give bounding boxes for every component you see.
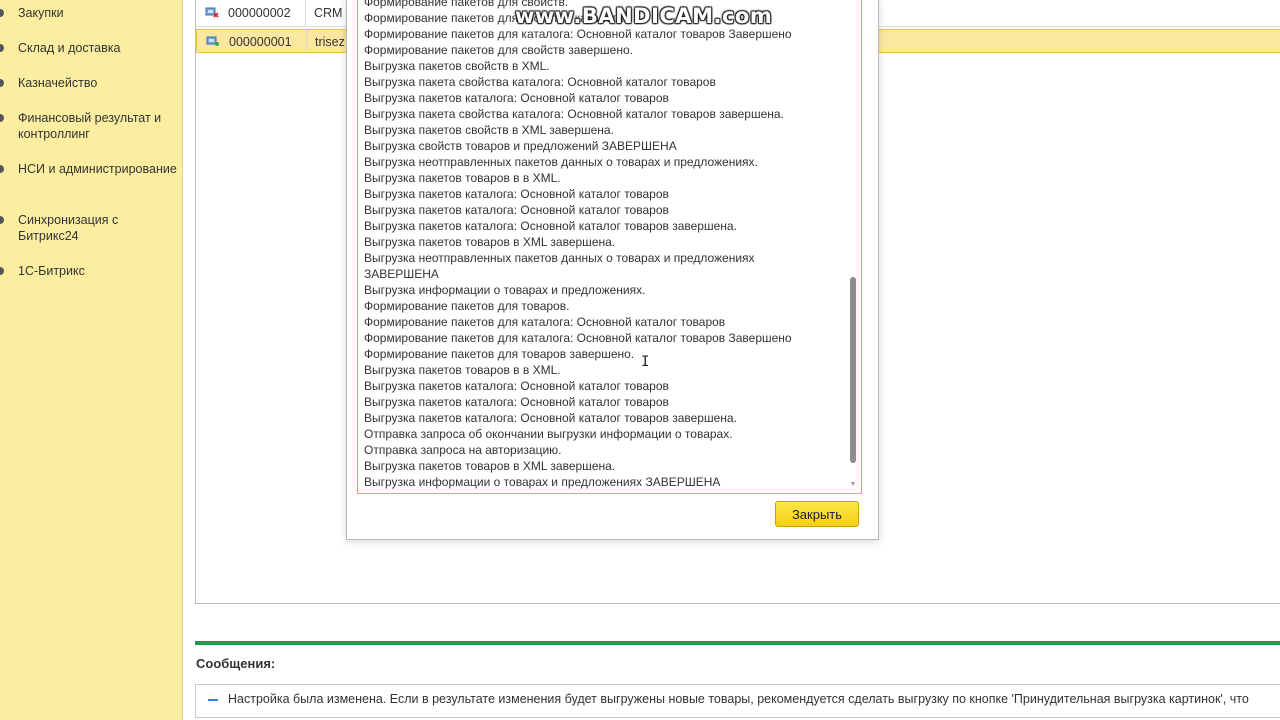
sidebar-item-label: НСИ и администрирование bbox=[18, 162, 177, 176]
bullet-icon bbox=[0, 216, 4, 224]
log-line: Выгрузка пакетов товаров в XML завершена… bbox=[364, 459, 616, 473]
log-line: Формирование пакетов для свойств заверше… bbox=[364, 43, 633, 57]
log-line: Выгрузка свойств товаров и предложений З… bbox=[364, 139, 677, 153]
log-line: Выгрузка пакетов каталога: Основной ката… bbox=[364, 187, 669, 201]
log-line: Выгрузка пакетов свойств в XML. bbox=[364, 59, 550, 73]
export-log-dialog: Формирование пакетов для свойств. Формиро… bbox=[346, 0, 879, 540]
log-line: Формирование пакетов для товаров. bbox=[364, 299, 570, 313]
bullet-icon bbox=[0, 267, 4, 275]
log-line: Выгрузка пакетов каталога: Основной ката… bbox=[364, 203, 669, 217]
column-divider bbox=[305, 0, 306, 26]
log-line: Формирование пакетов для каталога: Основ… bbox=[364, 315, 726, 329]
log-line: Выгрузка пакетов каталога: Основной ката… bbox=[364, 91, 669, 105]
log-line: Выгрузка пакетов свойств в XML завершена… bbox=[364, 123, 614, 137]
log-line: Выгрузка неотправленных пакетов данных о… bbox=[364, 251, 755, 265]
log-line: Выгрузка неотправленных пакетов данных о… bbox=[364, 155, 758, 169]
scroll-down-arrow-icon[interactable]: ▼ bbox=[849, 481, 857, 489]
row-number: 000000001 bbox=[229, 35, 292, 49]
sidebar-item-label: 1С-Битрикс bbox=[18, 264, 85, 278]
log-line: Выгрузка информации о товарах и предложе… bbox=[364, 283, 646, 297]
bullet-icon bbox=[0, 9, 4, 17]
log-lines: Формирование пакетов для свойств. Формиро… bbox=[364, 0, 844, 490]
log-line: Выгрузка пакетов товаров в в XML. bbox=[364, 171, 561, 185]
log-line: Формирование пакетов для товаров заверше… bbox=[364, 347, 635, 361]
bandicam-watermark: www.BANDICAM.com bbox=[515, 4, 773, 28]
log-line: Выгрузка пакетов каталога: Основной ката… bbox=[364, 219, 737, 233]
sidebar-item-label: Склад и доставка bbox=[18, 41, 121, 55]
log-line: Отправка запроса об окончании выгрузки и… bbox=[364, 427, 733, 441]
close-button[interactable]: Закрыть bbox=[775, 501, 859, 527]
message-text[interactable]: Настройка была изменена. Если в результа… bbox=[228, 692, 1249, 706]
collapse-message-icon[interactable] bbox=[208, 699, 218, 701]
bullet-icon bbox=[0, 79, 4, 87]
log-line: Выгрузка пакетов каталога: Основной ката… bbox=[364, 411, 737, 425]
messages-title: Сообщения: bbox=[196, 656, 276, 671]
scrollbar-thumb[interactable] bbox=[850, 277, 856, 463]
sidebar-item-label: Казначейство bbox=[18, 76, 98, 90]
sidebar-item-label: Закупки bbox=[18, 6, 64, 20]
sidebar-item-label: Финансовый результат и контроллинг bbox=[18, 111, 162, 141]
column-divider bbox=[306, 30, 307, 52]
log-line: ЗАВЕРШЕНА bbox=[364, 267, 439, 281]
sidebar-item-label: Синхронизация с Битрикс24 bbox=[18, 213, 119, 243]
bullet-icon bbox=[0, 165, 4, 173]
exchange-node-icon bbox=[206, 36, 219, 46]
log-line: Выгрузка информации о товарах и предложе… bbox=[364, 475, 721, 489]
log-line: Выгрузка пакетов товаров в XML завершена… bbox=[364, 235, 616, 249]
log-line: Выгрузка пакета свойства каталога: Основ… bbox=[364, 75, 716, 89]
log-line: Выгрузка пакетов каталога: Основной ката… bbox=[364, 395, 669, 409]
messages-separator bbox=[195, 641, 1280, 645]
text-cursor-icon: I bbox=[641, 354, 650, 370]
row-number: 000000002 bbox=[228, 6, 291, 20]
log-line: Выгрузка пакета свойства каталога: Основ… bbox=[364, 107, 784, 121]
bullet-icon bbox=[0, 44, 4, 52]
log-line: Выгрузка пакетов каталога: Основной ката… bbox=[364, 379, 669, 393]
export-log-textarea[interactable]: Формирование пакетов для свойств. Формиро… bbox=[357, 0, 862, 494]
row-name: trisez bbox=[315, 35, 345, 49]
sidebar: Закупки Склад и доставка Казначейство Фи… bbox=[0, 0, 183, 720]
row-name: CRM bbox=[314, 6, 343, 20]
log-line: Формирование пакетов для каталога: Основ… bbox=[364, 331, 792, 345]
log-line: Выгрузка пакетов товаров в в XML. bbox=[364, 363, 561, 377]
log-line: Отправка запроса на авторизацию. bbox=[364, 443, 562, 457]
exchange-node-deleted-icon bbox=[205, 7, 219, 18]
log-line: Формирование пакетов для каталога: Основ… bbox=[364, 27, 792, 41]
messages-panel: Настройка была изменена. Если в результа… bbox=[195, 684, 1280, 718]
bullet-icon bbox=[0, 114, 4, 122]
log-scrollbar[interactable]: ▼ bbox=[849, 0, 857, 488]
